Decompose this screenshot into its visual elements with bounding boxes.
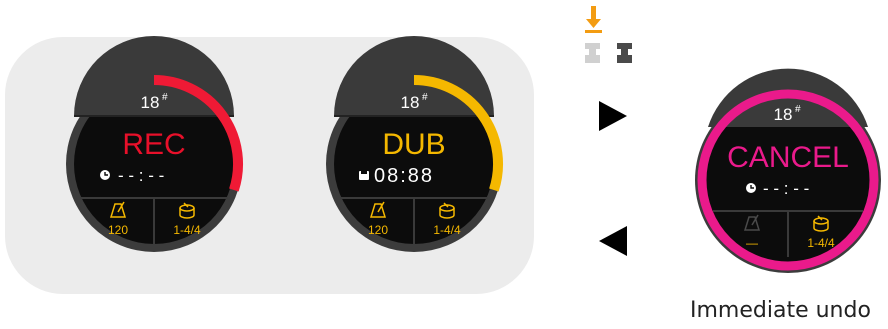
tempo-value: 120 — [108, 223, 128, 237]
channel-superscript: # — [162, 92, 168, 103]
right-triangle-icon[interactable] — [598, 100, 628, 137]
mode-label: CANCEL — [727, 141, 849, 174]
down-arrow-icon — [585, 6, 602, 33]
rec-dial[interactable]: 18 # REC - - : - - 120 1-4/4 — [64, 36, 244, 254]
tempo-value: — — [746, 236, 758, 250]
left-triangle-icon[interactable] — [598, 225, 628, 262]
pedal-icon[interactable] — [585, 43, 600, 63]
channel-superscript: # — [422, 92, 428, 103]
dub-dial[interactable]: 18 # DUB 08:88 120 1-4/4 — [324, 36, 504, 254]
caption: Immediate undo — [690, 298, 871, 323]
mode-label: REC — [122, 128, 185, 161]
elapsed-time: - - : - - — [763, 179, 809, 198]
tempo-value: 120 — [368, 223, 388, 237]
elapsed-time: - - : - - — [118, 166, 164, 185]
channel-number: 18 — [141, 93, 160, 112]
channel-number: 18 — [401, 93, 420, 112]
pattern-value: 1-4/4 — [433, 223, 461, 237]
clock-icon — [100, 170, 110, 180]
channel-number: 18 — [774, 105, 793, 124]
mode-label: DUB — [382, 128, 445, 161]
pedal-icon[interactable] — [617, 43, 632, 63]
channel-superscript: # — [795, 104, 801, 115]
pedal-indicator — [582, 6, 642, 73]
pattern-value: 1-4/4 — [807, 236, 835, 250]
pattern-value: 1-4/4 — [173, 223, 201, 237]
clock-icon — [746, 183, 756, 193]
loop-time: 08:88 — [374, 165, 434, 187]
save-icon — [359, 171, 369, 180]
cancel-dial[interactable]: 18 # CANCEL - - : - - — 1-4/4 — [693, 68, 883, 275]
